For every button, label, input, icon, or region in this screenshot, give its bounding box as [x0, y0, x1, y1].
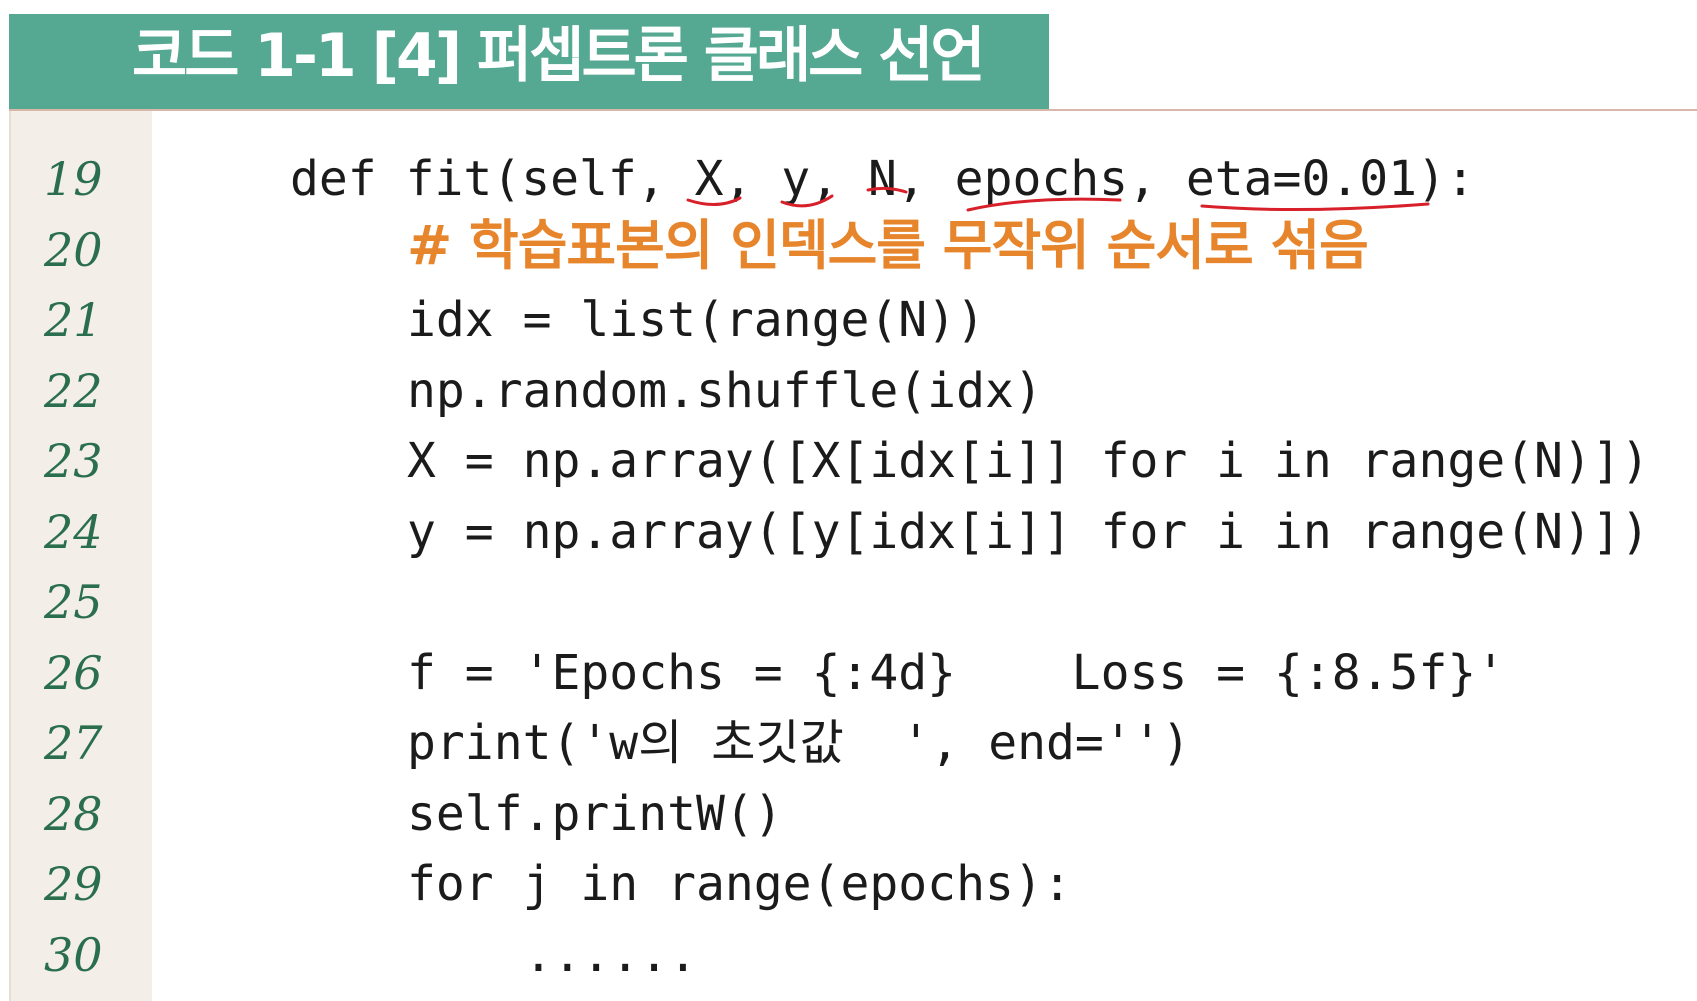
line-number: 27	[44, 716, 103, 770]
code-line: ......	[524, 926, 698, 983]
line-number: 24	[44, 504, 103, 559]
code-title: 코드 1-1 [4] 퍼셉트론 클래스 선언	[132, 21, 986, 91]
line-number: 21	[44, 293, 103, 347]
line-number: 23	[44, 434, 103, 488]
code-line: X = np.array([X[idx[i]] for i in range(N…	[407, 433, 1650, 489]
line-number: 30	[44, 927, 103, 982]
gutter-border	[9, 111, 11, 1001]
line-number: 28	[44, 786, 103, 841]
code-line: print('w의 초깃값 ', end='')	[407, 715, 1191, 771]
code-line: for j in range(epochs):	[407, 856, 1072, 912]
code-line: self.printW()	[407, 785, 783, 842]
code-comment: # 학습표본의 인덱스를 무작위 순서로 섞음	[407, 213, 1369, 277]
line-number: 19	[44, 152, 103, 206]
line-number: 22	[44, 363, 103, 418]
line-number: 26	[44, 645, 103, 700]
line-number: 25	[44, 575, 103, 629]
code-line: y = np.array([y[idx[i]] for i in range(N…	[407, 503, 1650, 560]
line-number: 29	[44, 857, 103, 911]
title-divider	[9, 109, 1697, 111]
code-line: f = 'Epochs = {:4d} Loss = {:8.5f}'	[407, 644, 1506, 701]
code-line: idx = list(range(N))	[407, 292, 985, 348]
code-line: np.random.shuffle(idx)	[407, 362, 1043, 419]
code-line: def fit(self, X, y, N, epochs, eta=0.01)…	[290, 151, 1475, 207]
line-number: 20	[44, 222, 103, 277]
